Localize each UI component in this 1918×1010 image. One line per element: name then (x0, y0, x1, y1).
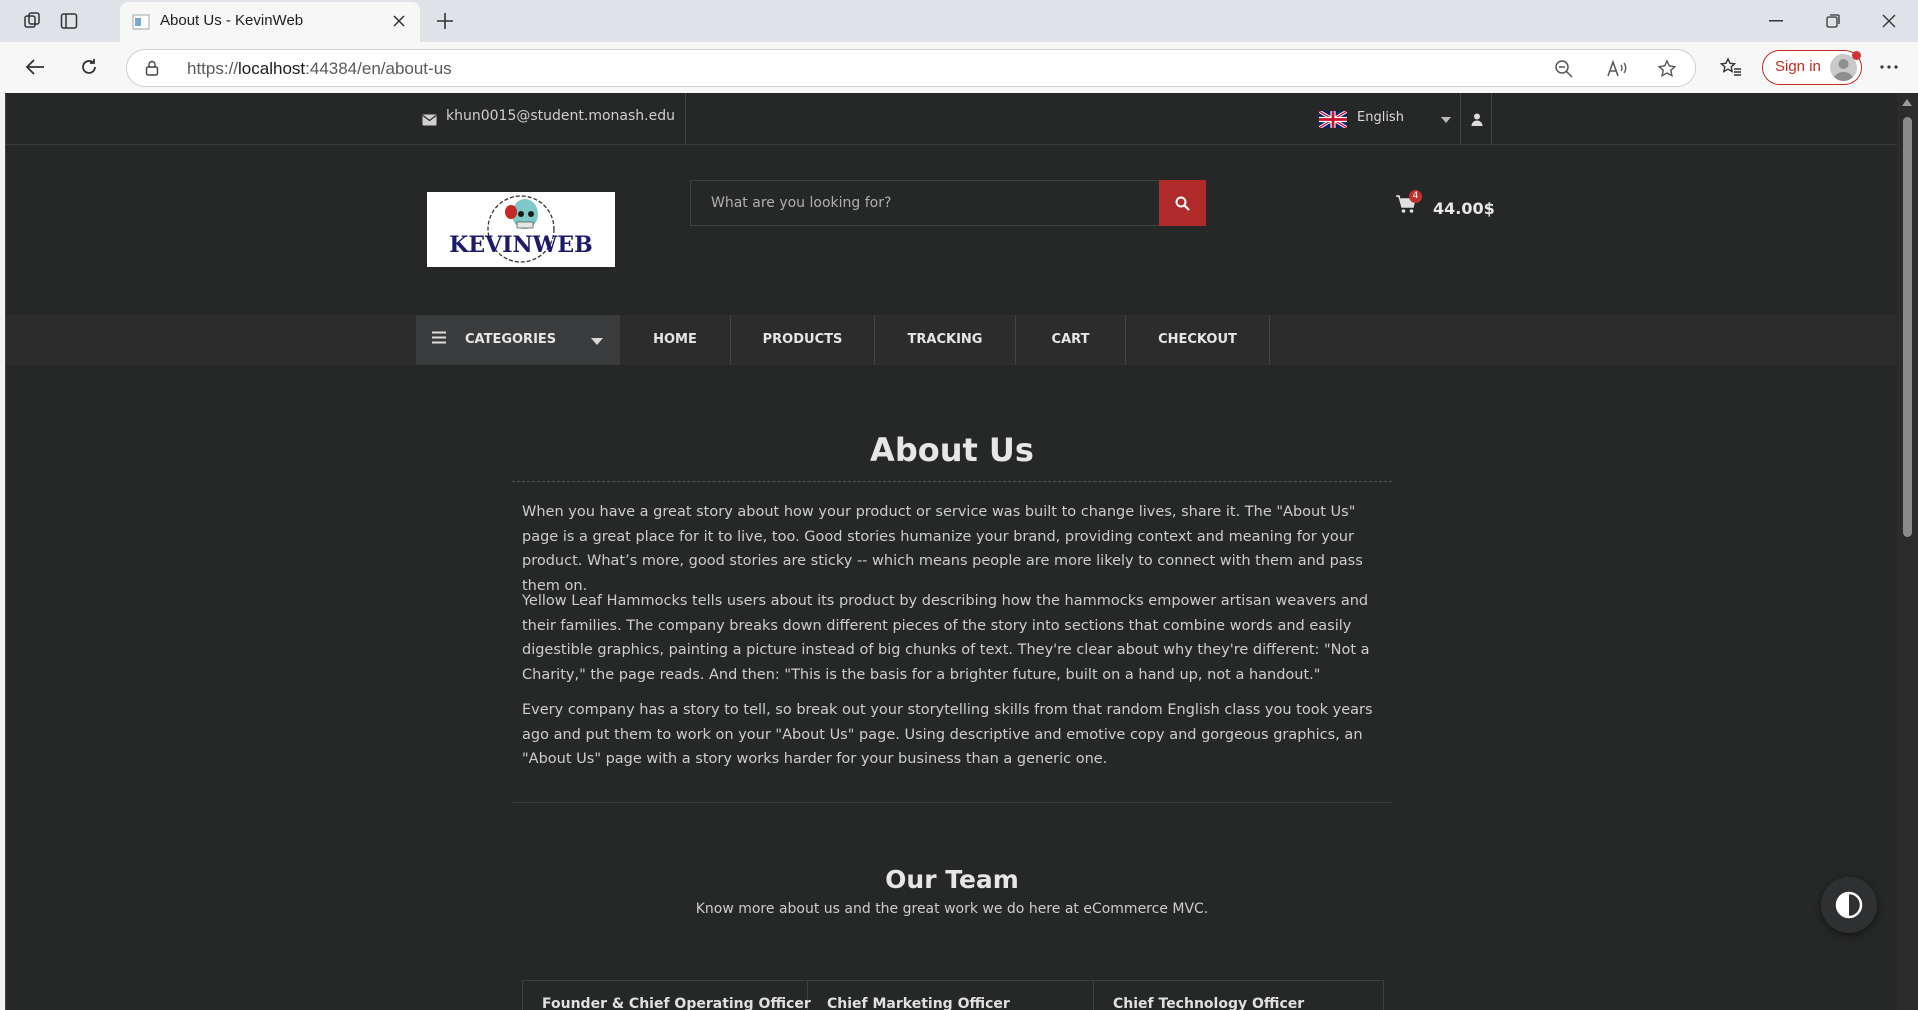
categories-label: CATEGORIES (465, 332, 557, 347)
nav-home-label: HOME (653, 332, 697, 347)
back-arrow-icon[interactable] (22, 54, 48, 80)
envelope-icon (422, 111, 437, 130)
team-card: Chief Marketing Officer (808, 981, 1094, 1010)
notification-dot (1852, 51, 1861, 60)
language-label: English (1357, 110, 1404, 125)
browser-tab-active[interactable]: About Us - KevinWeb (120, 2, 420, 42)
scroll-up-arrow-icon[interactable] (1902, 99, 1912, 106)
tab-title: About Us - KevinWeb (160, 12, 304, 29)
browser-address-bar: https://localhost:44384/en/about-us Sign… (0, 42, 1918, 93)
language-select[interactable]: English (1313, 93, 1461, 145)
search-input[interactable] (691, 181, 1166, 225)
nav-cart[interactable]: CART (1016, 315, 1126, 365)
nav-products-label: PRODUCTS (762, 332, 843, 347)
team-cards: Founder & Chief Operating Officer Chief … (522, 980, 1384, 1010)
site-logo[interactable]: KEVINWEB (427, 192, 615, 267)
nav-home[interactable]: HOME (620, 315, 731, 365)
minimize-icon[interactable] (1753, 5, 1799, 37)
url-field[interactable]: https://localhost:44384/en/about-us (126, 49, 1696, 87)
user-account-icon[interactable] (1462, 93, 1492, 145)
svg-text:KEVINWEB: KEVINWEB (449, 232, 592, 258)
search-icon (1175, 196, 1190, 211)
top-info-bar (6, 93, 1897, 145)
refresh-icon[interactable] (76, 54, 102, 80)
nav-tracking[interactable]: TRACKING (875, 315, 1016, 365)
favorites-icon[interactable] (1718, 54, 1744, 80)
about-paragraph: Every company has a story to tell, so br… (522, 702, 1373, 767)
read-aloud-icon[interactable] (1605, 57, 1629, 81)
nav-checkout[interactable]: CHECKOUT (1126, 315, 1270, 365)
section-divider (512, 802, 1392, 803)
team-role: Founder & Chief Operating Officer (542, 996, 811, 1010)
title-divider (512, 481, 1392, 482)
favorite-star-icon[interactable] (1655, 57, 1679, 81)
close-tab-icon[interactable] (388, 10, 410, 32)
about-paragraph: When you have a great story about how yo… (522, 504, 1363, 594)
close-window-icon[interactable] (1866, 5, 1912, 37)
browser-tab-bar: About Us - KevinWeb (0, 0, 1918, 42)
email-text: khun0015@student.monash.edu (446, 108, 675, 124)
new-tab-icon[interactable] (432, 9, 458, 33)
team-role: Chief Marketing Officer (827, 996, 1010, 1010)
chevron-down-icon (1441, 117, 1451, 123)
nav-tracking-label: TRACKING (907, 332, 983, 347)
nav-products[interactable]: PRODUCTS (731, 315, 875, 365)
nav-cart-label: CART (1051, 332, 1090, 347)
lock-icon[interactable] (145, 60, 159, 80)
about-paragraph: Yellow Leaf Hammocks tells users about i… (522, 593, 1370, 683)
search-button[interactable] (1159, 180, 1206, 226)
team-title: Our Team (885, 865, 1019, 894)
contrast-icon (1835, 891, 1863, 919)
team-subtitle: Know more about us and the great work we… (695, 901, 1209, 917)
page-viewport: khun0015@student.monash.edu English KEVI… (5, 93, 1897, 1010)
contact-email[interactable]: khun0015@student.monash.edu (416, 93, 686, 145)
search-box (690, 180, 1166, 226)
restore-icon[interactable] (1810, 5, 1856, 37)
team-role: Chief Technology Officer (1113, 996, 1305, 1010)
cart-total: 44.00$ (1433, 199, 1495, 218)
uk-flag-icon (1318, 109, 1348, 130)
categories-dropdown[interactable]: CATEGORIES (416, 315, 620, 365)
zoom-out-icon[interactable] (1552, 57, 1576, 81)
chevron-down-icon (591, 338, 603, 345)
page-scrollbar[interactable] (1897, 93, 1918, 1010)
nav-checkout-label: CHECKOUT (1158, 332, 1237, 347)
workspaces-icon[interactable] (20, 9, 44, 33)
header-cart[interactable]: 4 44.00$ (1395, 190, 1495, 222)
team-card: Chief Technology Officer (1094, 981, 1384, 1010)
team-card: Founder & Chief Operating Officer (523, 981, 811, 1010)
page-favicon-icon (132, 14, 150, 30)
page-title: About Us (870, 431, 1034, 469)
scrollbar-thumb[interactable] (1903, 117, 1912, 537)
sign-in-label: Sign in (1775, 58, 1821, 75)
tab-actions-icon[interactable] (57, 9, 81, 33)
hamburger-menu-icon (432, 331, 446, 344)
theme-toggle-button[interactable] (1821, 877, 1877, 933)
more-options-icon[interactable] (1876, 56, 1902, 78)
cart-count-badge: 4 (1409, 190, 1422, 203)
url-text: https://localhost:44384/en/about-us (187, 59, 452, 78)
sign-in-button[interactable]: Sign in (1762, 50, 1862, 85)
